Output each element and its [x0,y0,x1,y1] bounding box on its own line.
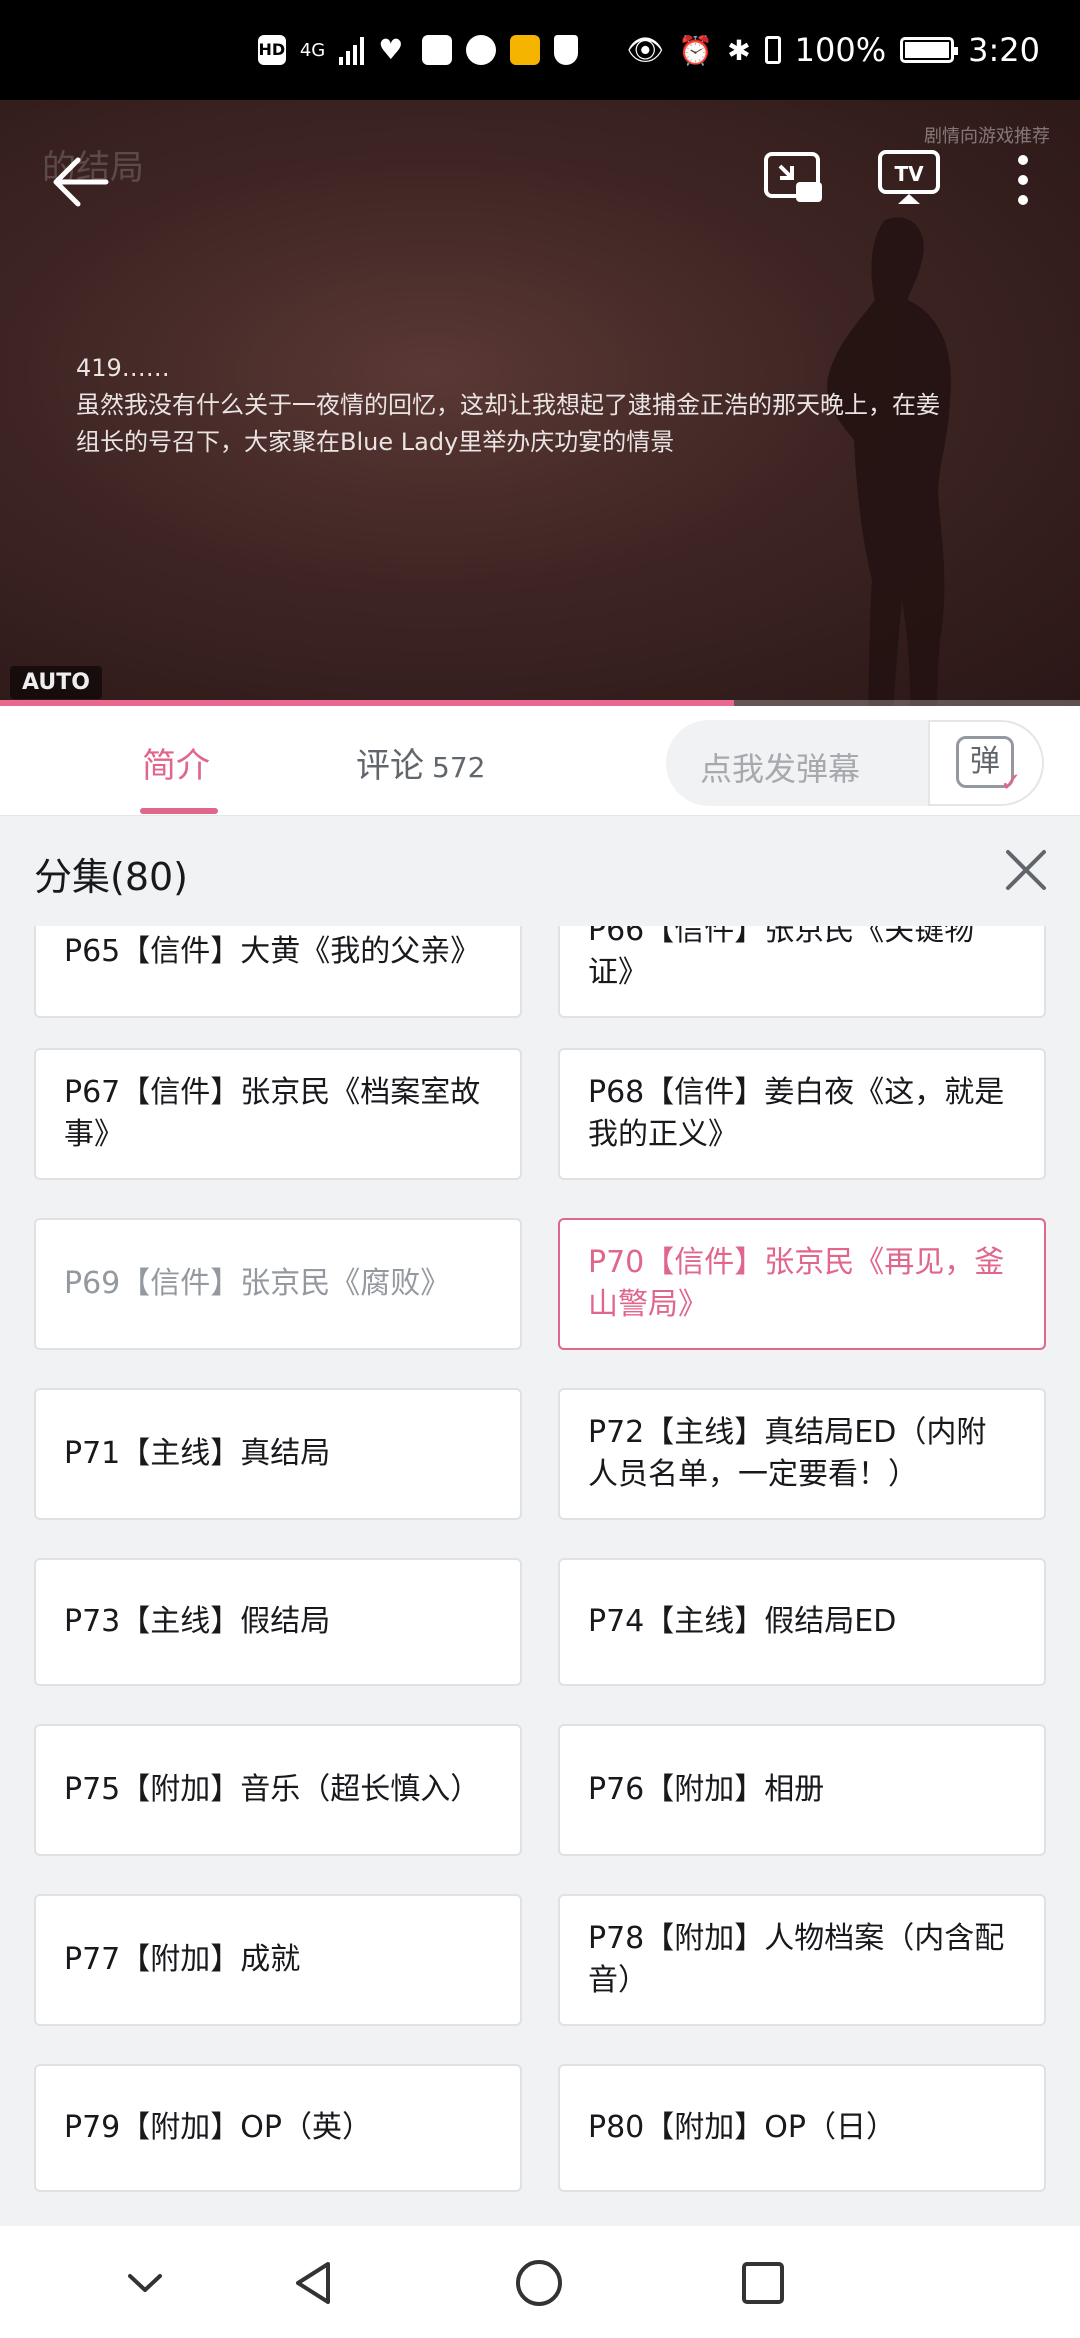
episode-item[interactable]: P79【附加】OP（英） [34,2064,522,2192]
comments-count: 572 [432,751,486,784]
tab-comments-label: 评论 [356,746,424,786]
episode-item[interactable]: P68【信件】姜白夜《这，就是我的正义》 [558,1048,1046,1180]
close-icon[interactable] [1004,848,1048,892]
clock: 3:20 [968,31,1040,69]
episode-item[interactable]: P65【信件】大黄《我的父亲》 [34,926,522,1018]
episode-item[interactable]: P67【信件】张京民《档案室故事》 [34,1048,522,1180]
episode-label: P66【信件】张京民《关键物证》 [588,926,975,990]
episode-item[interactable]: P77【附加】成就 [34,1894,522,2026]
nav-recents-icon[interactable] [736,2256,790,2310]
episode-item[interactable]: P78【附加】人物档案（内含配音） [558,1894,1046,2026]
danmaku-input[interactable]: 点我发弹幕 弹 ✓ [666,720,1044,806]
episode-item[interactable]: P76【附加】相册 [558,1724,1046,1856]
tab-comments[interactable]: 评论 572 [356,738,485,787]
episode-item-current[interactable]: P70【信件】张京民《再见，釜山警局》 [558,1218,1046,1350]
huawei-app-icon [422,35,453,65]
episode-label: P74【主线】假结局ED [588,1604,897,1639]
episode-label: P65【信件】大黄《我的父亲》 [64,934,481,969]
episode-list[interactable]: P65【信件】大黄《我的父亲》 P66【信件】张京民《关键物证》 P67【信件】张京… [0,926,1080,2226]
back-arrow-icon[interactable] [48,150,112,214]
episode-item[interactable]: P72【主线】真结局ED（内附人员名单，一定要看！） [558,1388,1046,1520]
more-menu-icon[interactable] [1006,150,1040,210]
tv-cast-icon[interactable]: TV [876,148,942,208]
dialogue-line: 虽然我没有什么关于一夜情的回忆，这却让我想起了逮捕金正浩的那天晚上，在姜 [76,391,940,419]
status-bar: HD 4G ♥ 👁 ⏰ ✱ 100% 3:20 [0,0,1080,100]
dialogue-line: 组长的号召下，大家聚在Blue Lady里举办庆功宴的情景 [76,428,675,456]
danmaku-placeholder: 点我发弹幕 [700,750,861,788]
danmaku-toggle-button[interactable]: 弹 ✓ [928,720,1044,806]
episode-panel-title: 分集(80) [34,855,189,899]
nav-home-icon[interactable] [512,2256,566,2310]
episode-item[interactable]: P69【信件】张京民《腐败》 [34,1218,522,1350]
episode-item[interactable]: P75【附加】音乐（超长慎入） [34,1724,522,1856]
status-icons: HD 4G ♥ 👁 ⏰ ✱ 100% 3:20 [257,30,1040,70]
dialogue-line: 419…… [76,354,170,382]
hd-icon: HD [257,35,286,65]
episode-label: P67【信件】张京民《档案室故事》 [64,1075,481,1152]
svg-text:TV: TV [894,162,924,186]
episode-label: P77【附加】成就 [64,1942,301,1977]
mail-app-icon [510,35,541,65]
episode-label: P68【信件】姜白夜《这，就是我的正义》 [588,1075,1005,1152]
tab-bar: 简介 评论 572 点我发弹幕 弹 ✓ [0,706,1080,816]
bluetooth-icon: ✱ [727,33,751,67]
game-dialogue: 419…… 虽然我没有什么关于一夜情的回忆，这却让我想起了逮捕金正浩的那天晚上，… [76,350,956,461]
episode-label: P75【附加】音乐（超长慎入） [64,1772,481,1807]
episode-label: P72【主线】真结局ED（内附人员名单，一定要看！） [588,1415,987,1492]
tab-intro[interactable]: 简介 [142,738,210,787]
video-player[interactable]: 的结局 剧情向游戏推荐 TV 419…… 虽然我没有什么关于一夜情的回忆，这却让… [0,100,1080,706]
episode-label: P69【信件】张京民《腐败》 [64,1266,451,1301]
episode-panel-header: 分集(80) [0,816,1080,926]
episode-label: P79【附加】OP（英） [64,2110,372,2145]
battery-percent: 100% [794,31,887,69]
signal-icon [339,35,365,65]
check-icon: ✓ [1000,768,1022,798]
shield-icon [554,35,579,65]
eye-icon: 👁 [626,32,665,68]
battery-icon [900,37,959,63]
episode-item[interactable]: P66【信件】张京民《关键物证》 [558,926,1046,1018]
alarm-icon: ⏰ [678,33,714,67]
chevron-down-icon[interactable] [118,2256,172,2310]
episode-item[interactable]: P73【主线】假结局 [34,1558,522,1686]
nav-back-icon[interactable] [288,2256,342,2310]
episode-label: P71【主线】真结局 [64,1436,331,1471]
episode-label: P76【附加】相册 [588,1772,825,1807]
health-app-icon: ♥ [378,33,404,66]
episode-label: P78【附加】人物档案（内含配音） [588,1921,1005,1998]
tab-active-indicator [140,808,218,814]
episode-label: P73【主线】假结局 [64,1604,331,1639]
episode-panel: 分集(80) P65【信件】大黄《我的父亲》 P66【信件】张京民《关键物证》 P6… [0,816,1080,2226]
system-nav-bar [0,2226,1080,2338]
episode-label: P70【信件】张京民《再见，釜山警局》 [588,1245,1005,1322]
episode-item[interactable]: P71【主线】真结局 [34,1388,522,1520]
episode-item[interactable]: P74【主线】假结局ED [558,1558,1046,1686]
episode-item[interactable]: P80【附加】OP（日） [558,2064,1046,2192]
browser-app-icon [466,35,497,65]
picture-in-picture-icon[interactable] [762,150,826,210]
vibrate-icon [764,36,781,64]
auto-badge: AUTO [10,666,102,699]
network-type: 4G [299,39,326,61]
episode-label: P80【附加】OP（日） [588,2110,896,2145]
channel-watermark: 剧情向游戏推荐 [924,126,1050,147]
